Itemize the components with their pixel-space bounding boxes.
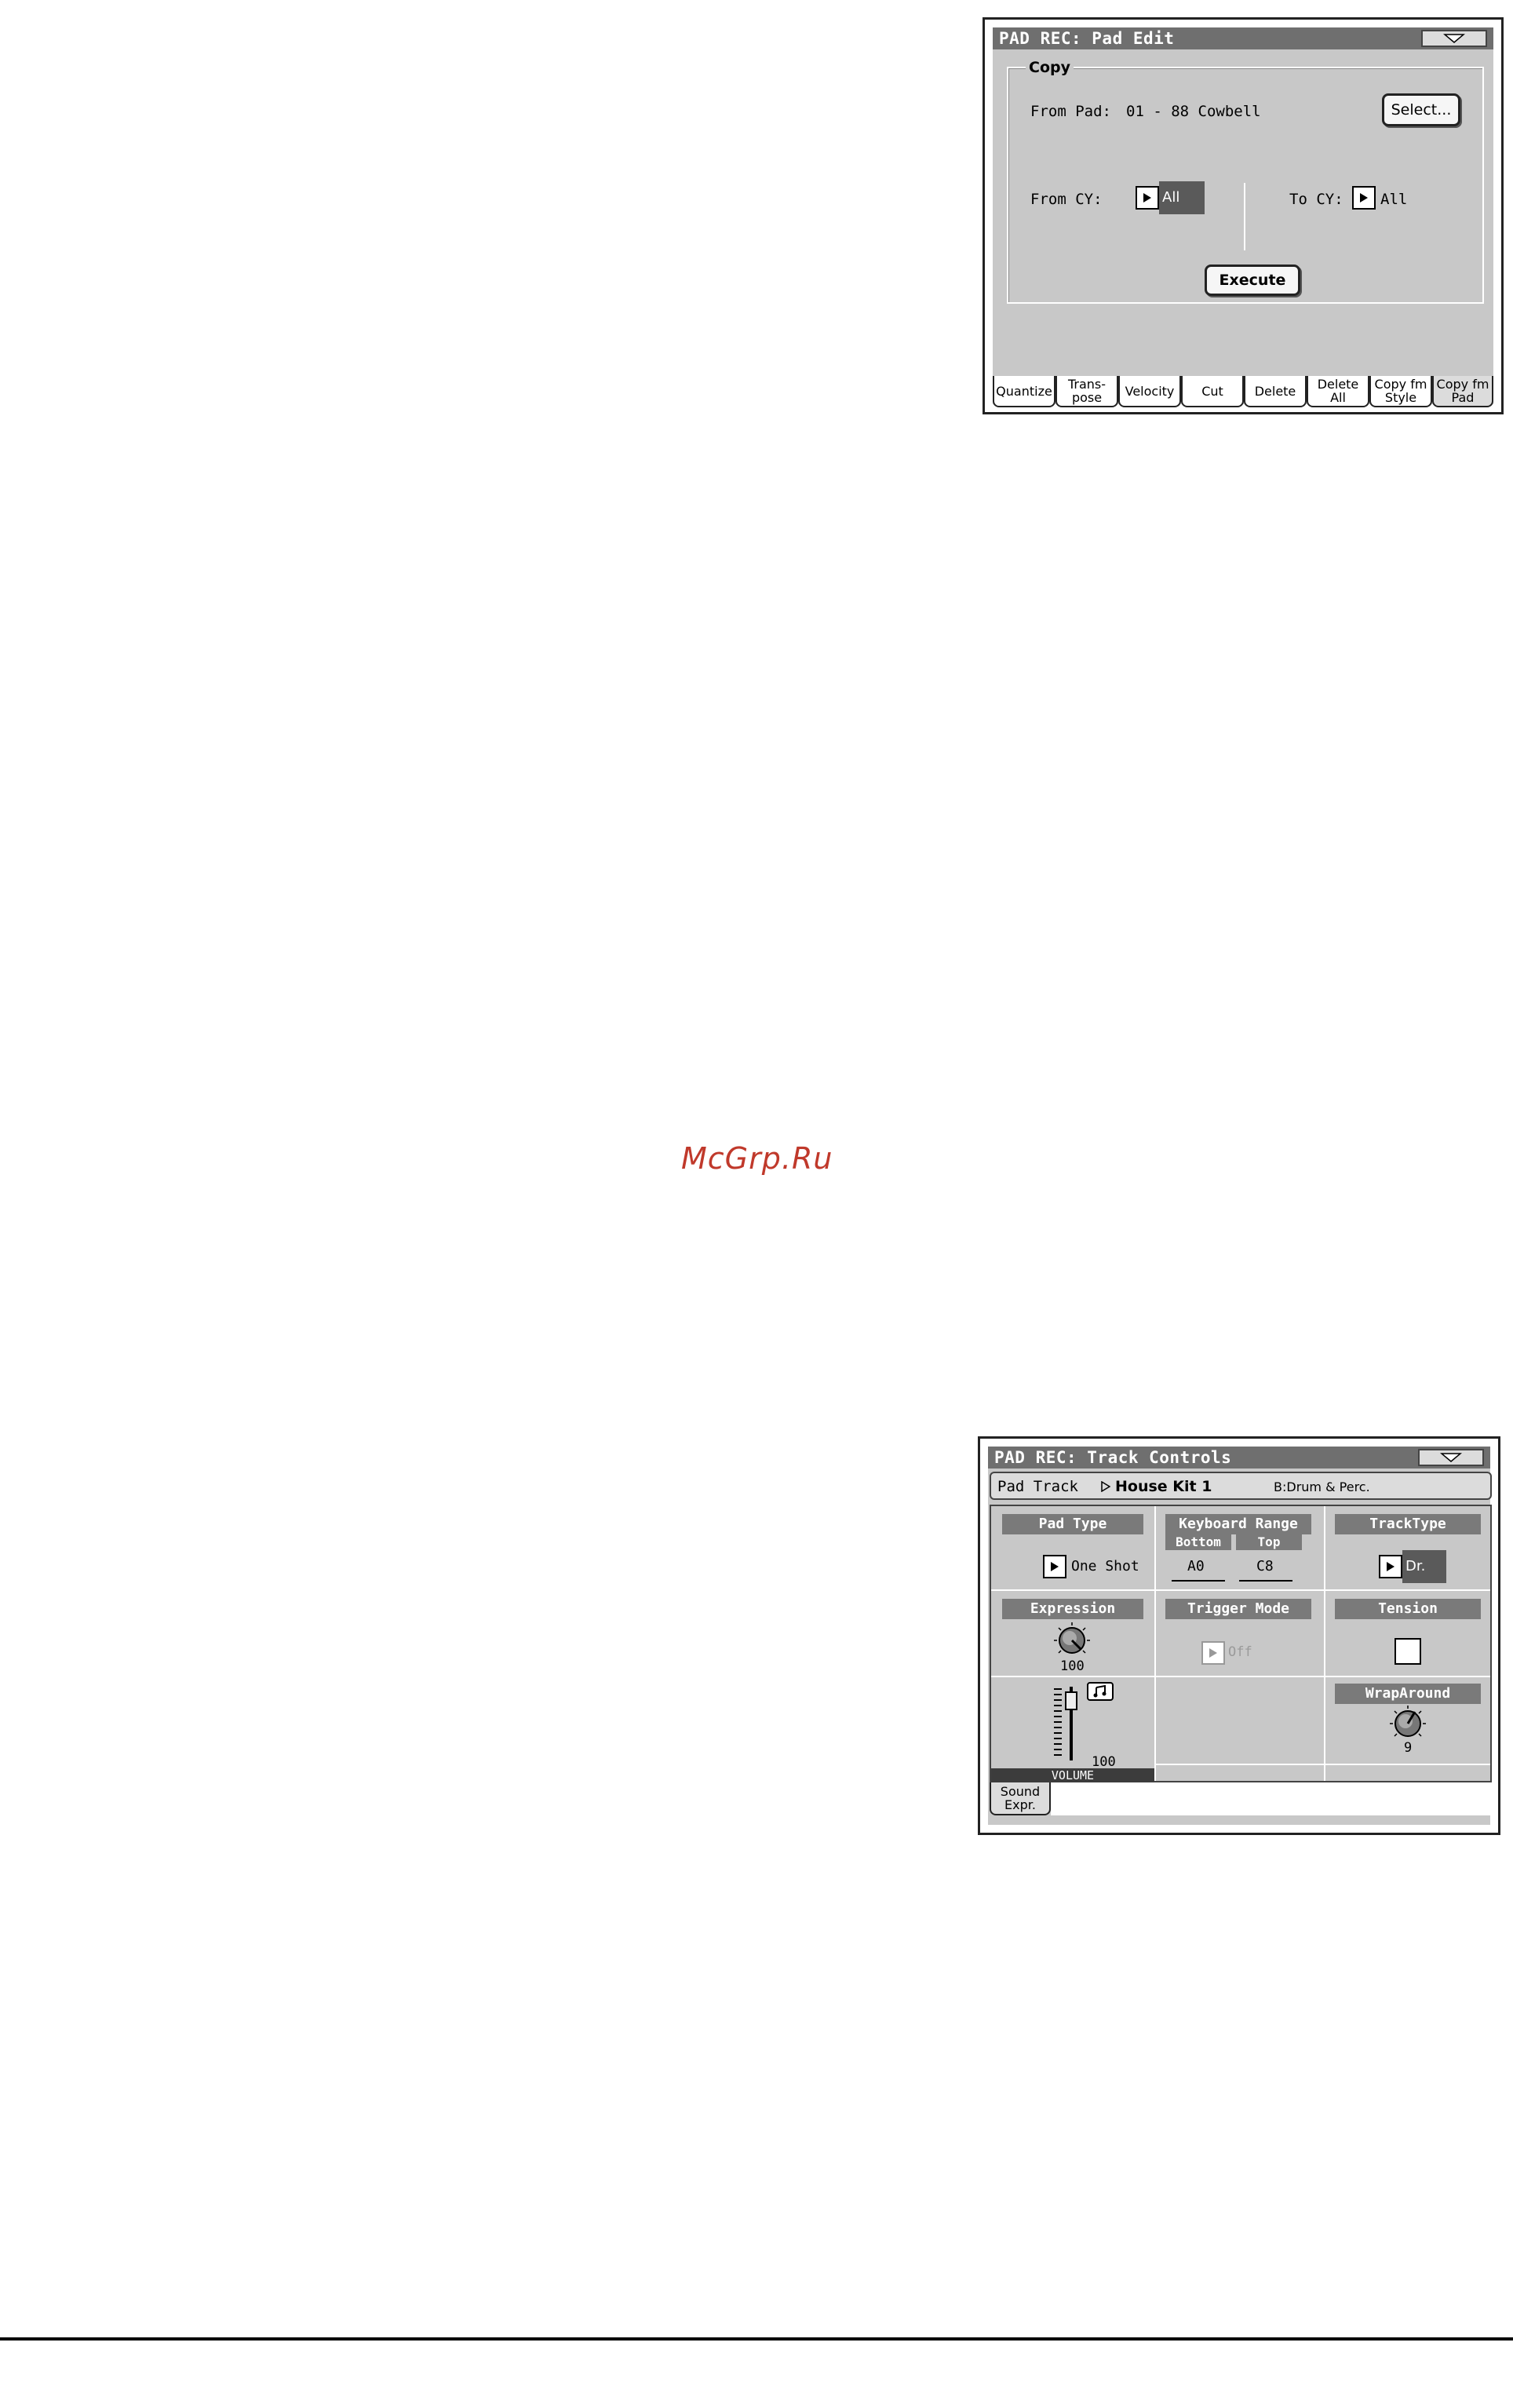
triangle-right-icon	[1101, 1481, 1110, 1492]
tab-velocity[interactable]: Velocity	[1118, 376, 1181, 407]
tab-delete[interactable]: Delete	[1244, 376, 1307, 407]
expression-header: Expression	[1002, 1599, 1143, 1619]
volume-slider-scale	[1054, 1688, 1062, 1756]
pad-edit-display: PAD REC: Pad Edit Copy From Pad: 01 - 88…	[993, 27, 1493, 407]
track-type-value[interactable]: Dr.	[1402, 1550, 1446, 1583]
top-underline	[1239, 1580, 1292, 1582]
tab-label: Trans-	[1067, 377, 1106, 392]
tab-copy-fm-style[interactable]: Copy fm Style	[1369, 376, 1432, 407]
grid-divider	[1324, 1506, 1325, 1781]
tab-label: Quantize	[996, 383, 1052, 399]
tension-checkbox[interactable]	[1395, 1638, 1421, 1665]
triangle-down-icon	[1440, 1453, 1462, 1462]
to-cy-label: To CY:	[1289, 191, 1343, 208]
select-pad-button[interactable]: Select...	[1382, 93, 1460, 126]
kit-category: B:Drum & Perc.	[1274, 1479, 1370, 1494]
page-title: PAD REC: Pad Edit	[993, 27, 1493, 49]
wraparound-knob-icon[interactable]	[1388, 1704, 1427, 1743]
tab-label: Velocity	[1125, 383, 1175, 399]
triangle-right-icon	[1143, 193, 1151, 202]
page-footer-rule	[0, 2337, 1513, 2341]
grid-divider	[1154, 1764, 1490, 1765]
tab-quantize[interactable]: Quantize	[993, 376, 1055, 407]
to-cy-value[interactable]: All	[1380, 191, 1407, 208]
top-value[interactable]: C8	[1256, 1558, 1274, 1574]
volume-label-bar: VOLUME	[991, 1768, 1154, 1782]
page-title-text: PAD REC: Track Controls	[994, 1448, 1232, 1467]
wraparound-value: 9	[1404, 1740, 1413, 1756]
kit-name[interactable]: House Kit 1	[1115, 1478, 1212, 1495]
tab-label: Copy fm	[1436, 377, 1489, 392]
from-pad-label: From Pad:	[1030, 103, 1111, 120]
tab-delete-all[interactable]: Delete All	[1307, 376, 1369, 407]
bottom-value[interactable]: A0	[1187, 1558, 1205, 1574]
page-title: PAD REC: Track Controls	[988, 1447, 1490, 1469]
tab-label: Pad	[1451, 390, 1475, 405]
trigger-mode-value: Off	[1228, 1644, 1252, 1660]
tab-label: Delete	[1254, 383, 1296, 399]
from-pad-value[interactable]: 01 - 88 Cowbell	[1126, 103, 1261, 120]
bottom-underline	[1172, 1580, 1225, 1582]
watermark-text: McGrp.Ru	[681, 1141, 833, 1176]
grid-divider	[1154, 1506, 1156, 1781]
page-menu-button[interactable]	[1418, 1449, 1484, 1466]
top-header: Top	[1236, 1534, 1302, 1550]
grid-divider	[991, 1589, 1490, 1591]
trigger-mode-header: Trigger Mode	[1165, 1599, 1311, 1619]
tab-label: Delete	[1317, 377, 1359, 392]
tab-sound-expr[interactable]: Sound Expr.	[990, 1782, 1051, 1815]
pad-type-header: Pad Type	[1002, 1514, 1143, 1534]
triangle-down-icon	[1443, 34, 1465, 43]
from-cy-value[interactable]: All	[1159, 181, 1205, 214]
track-controls-display: PAD REC: Track Controls Pad Track House …	[988, 1447, 1492, 1825]
volume-slider[interactable]	[1054, 1684, 1085, 1762]
tension-header: Tension	[1335, 1599, 1481, 1619]
to-cy-popup-arrow[interactable]	[1352, 186, 1376, 210]
pad-track-row[interactable]: Pad Track House Kit 1 B:Drum & Perc.	[990, 1472, 1492, 1500]
pad-track-label: Pad Track	[997, 1478, 1078, 1495]
triangle-right-icon	[1387, 1562, 1395, 1571]
grid-divider	[991, 1676, 1490, 1677]
tab-label: Sound	[1000, 1784, 1041, 1799]
expression-value: 100	[1060, 1658, 1085, 1674]
tab-label: All	[1330, 390, 1346, 405]
music-note-icon	[1093, 1685, 1106, 1698]
page-menu-button[interactable]	[1421, 30, 1487, 47]
tab-cut[interactable]: Cut	[1181, 376, 1244, 407]
execute-button[interactable]: Execute	[1205, 265, 1300, 296]
track-controls-screen: PAD REC: Track Controls Pad Track House …	[978, 1436, 1500, 1835]
pad-edit-screen: PAD REC: Pad Edit Copy From Pad: 01 - 88…	[983, 17, 1504, 414]
expression-knob-icon[interactable]	[1052, 1621, 1092, 1660]
tab-copy-fm-pad[interactable]: Copy fm Pad	[1432, 376, 1493, 407]
triangle-right-icon	[1209, 1648, 1217, 1658]
triangle-right-icon	[1051, 1562, 1059, 1571]
volume-slider-thumb[interactable]	[1065, 1691, 1077, 1710]
page-title-text: PAD REC: Pad Edit	[999, 29, 1175, 48]
tab-label: Copy fm	[1374, 377, 1427, 392]
divider-line	[1244, 183, 1245, 250]
from-cy-popup-arrow[interactable]	[1136, 186, 1159, 210]
volume-label: VOLUME	[1051, 1768, 1095, 1782]
pad-type-popup-arrow[interactable]	[1043, 1555, 1066, 1578]
track-type-popup-arrow[interactable]	[1379, 1555, 1402, 1578]
tab-label: Style	[1384, 390, 1417, 405]
tab-label: Expr.	[1004, 1797, 1036, 1812]
trigger-mode-popup-arrow	[1201, 1641, 1225, 1665]
triangle-right-icon	[1360, 193, 1368, 202]
tab-label: pose	[1071, 390, 1103, 405]
tab-bar: Quantize Trans-pose Velocity Cut Delete …	[993, 373, 1493, 407]
track-type-header: TrackType	[1335, 1514, 1481, 1534]
pad-type-value[interactable]: One Shot	[1071, 1558, 1139, 1574]
bottom-header: Bottom	[1165, 1534, 1231, 1550]
tab-bar-fill	[1051, 1782, 1490, 1815]
keyboard-range-header: Keyboard Range	[1165, 1514, 1311, 1534]
tab-label: Cut	[1201, 383, 1223, 399]
music-note-badge[interactable]	[1087, 1682, 1114, 1701]
from-cy-label: From CY:	[1030, 191, 1103, 208]
tab-transpose[interactable]: Trans-pose	[1055, 376, 1118, 407]
wraparound-header: WrapAround	[1335, 1684, 1481, 1704]
copy-group-label: Copy	[1026, 59, 1074, 76]
volume-value: 100	[1092, 1754, 1116, 1770]
